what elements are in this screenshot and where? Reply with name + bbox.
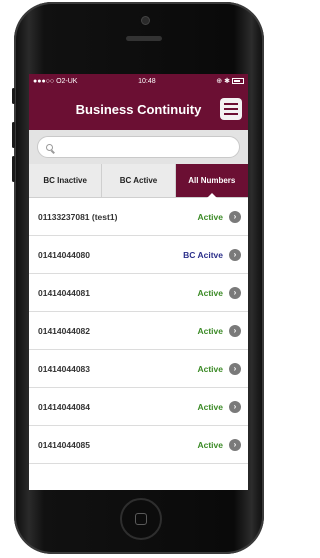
status-label: Active	[197, 363, 223, 374]
hamburger-icon-line	[224, 103, 238, 105]
status-icons: ⊕ ✱	[216, 77, 244, 85]
search-box[interactable]	[37, 136, 240, 158]
chevron-right-icon[interactable]: ›	[229, 248, 241, 261]
tab-all-numbers[interactable]: All Numbers	[175, 164, 248, 198]
filter-tabs: BC Inactive BC Active All Numbers	[29, 164, 248, 198]
list-item[interactable]: 01414044081 Active ›	[29, 274, 248, 312]
clock: 10:48	[138, 77, 156, 85]
hamburger-icon-line	[224, 108, 238, 110]
list-item[interactable]: 01414044084 Active ›	[29, 388, 248, 426]
phone-number: 01414044084	[38, 401, 91, 412]
status-bar: ●●●○○ O2-UK 10:48 ⊕ ✱	[29, 74, 248, 88]
status-label: Active	[197, 211, 223, 222]
volume-up-button	[12, 122, 15, 148]
search-bar-container	[29, 130, 248, 164]
nav-bar: Business Continuity	[29, 88, 248, 130]
chevron-right-icon[interactable]: ›	[229, 210, 241, 223]
earpiece-speaker	[126, 36, 162, 41]
phone-number: 01414044082	[38, 325, 91, 336]
carrier-label: ●●●○○ O2-UK	[33, 77, 78, 85]
tab-label: All Numbers	[188, 176, 236, 185]
search-input[interactable]	[57, 141, 231, 153]
chevron-right-icon[interactable]: ›	[229, 400, 241, 413]
menu-button[interactable]	[220, 98, 242, 120]
phone-number: 01414044083	[38, 363, 91, 374]
list-item[interactable]: 01414044083 Active ›	[29, 350, 248, 388]
mute-switch	[12, 88, 15, 104]
phone-number: 01414044080	[38, 249, 91, 260]
chevron-right-icon[interactable]: ›	[229, 286, 241, 299]
chevron-right-icon[interactable]: ›	[229, 438, 241, 451]
status-label: BC Acitve	[183, 249, 223, 260]
phone-number: 01414044081	[38, 287, 91, 298]
number-list: 01133237081 (test1) Active › 01414044080…	[29, 198, 248, 464]
search-icon	[46, 143, 53, 151]
phone-number: 01414044085	[38, 439, 91, 450]
page-title: Business Continuity	[75, 101, 202, 117]
tab-label: BC Active	[119, 176, 158, 185]
tab-label: BC Inactive	[43, 176, 87, 185]
tab-bc-active[interactable]: BC Active	[102, 164, 176, 197]
list-item[interactable]: 01414044085 Active ›	[29, 426, 248, 464]
chevron-right-icon[interactable]: ›	[229, 324, 241, 337]
chevron-right-icon[interactable]: ›	[229, 362, 241, 375]
status-label: Active	[197, 439, 223, 450]
list-item[interactable]: 01133237081 (test1) Active ›	[29, 198, 248, 236]
phone-number: 01133237081 (test1)	[38, 211, 118, 222]
list-item[interactable]: 01414044080 BC Acitve ›	[29, 236, 248, 274]
front-camera	[141, 16, 150, 25]
status-symbols: ⊕ ✱	[216, 78, 230, 85]
status-label: Active	[197, 401, 223, 412]
volume-down-button	[12, 156, 15, 182]
list-item[interactable]: 01414044082 Active ›	[29, 312, 248, 350]
status-label: Active	[197, 325, 223, 336]
hamburger-icon-line	[224, 113, 238, 115]
home-button[interactable]	[120, 498, 162, 540]
tab-bc-inactive[interactable]: BC Inactive	[29, 164, 103, 197]
status-label: Active	[197, 287, 223, 298]
app-screen: ●●●○○ O2-UK 10:48 ⊕ ✱ Business Continuit…	[29, 74, 248, 490]
home-square-icon	[135, 513, 147, 525]
battery-icon	[231, 78, 244, 84]
